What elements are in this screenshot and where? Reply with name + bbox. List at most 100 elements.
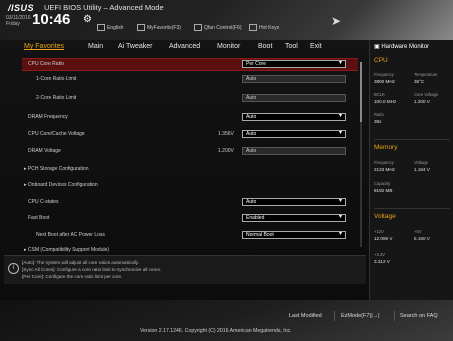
qfan-link[interactable]: Qfan Control(F6) xyxy=(194,24,242,31)
tab-main[interactable]: Main xyxy=(88,43,103,50)
submenu-text: Onboard Devices Configuration xyxy=(27,182,98,188)
setting-row-1-core-ratio[interactable]: 1-Core Ratio Limit Auto xyxy=(22,74,358,85)
setting-label: 2-Core Ratio Limit xyxy=(36,95,77,101)
day-text: Friday xyxy=(6,21,20,27)
setting-label: Next Boot after AC Power Loss xyxy=(36,232,105,238)
cpu-core-voltage-label: Core Voltage xyxy=(414,92,439,97)
cpu-frequency-value: 3800 MHz xyxy=(374,79,395,84)
v33-value: 3.312 V xyxy=(374,259,390,264)
date-display: 03/11/2016 Friday xyxy=(6,15,31,27)
gear-icon[interactable]: ⚙ xyxy=(83,14,95,26)
setting-label: DRAM Voltage xyxy=(28,148,61,154)
language-label: English xyxy=(107,24,124,31)
tab-my-favorites[interactable]: My Favorites xyxy=(24,43,64,50)
memory-frequency-label: Frequency xyxy=(374,160,394,165)
asus-logo: /ISUS xyxy=(8,3,35,13)
myfavorite-label: MyFavorite(F3) xyxy=(147,24,181,31)
clock-time: 10:46 xyxy=(32,11,71,28)
setting-row-cpu-core-voltage[interactable]: CPU Core/Cache Voltage 1.356V Auto xyxy=(22,129,358,140)
setting-row-cpu-core-ratio[interactable]: CPU Core Ratio Per Core xyxy=(22,58,358,71)
settings-list: CPU Core Ratio Per Core 1-Core Ratio Lim… xyxy=(22,56,362,253)
language-link[interactable]: English xyxy=(97,24,123,31)
cpu-frequency-label: Frequency xyxy=(374,72,394,77)
hardware-monitor-panel: ▣ Hardware Monitor CPU Frequency Tempera… xyxy=(369,40,453,300)
memory-voltage-value: 1.184 V xyxy=(414,167,430,172)
2-core-ratio-field[interactable]: Auto xyxy=(242,94,346,102)
memory-section-title: Memory xyxy=(374,144,398,151)
globe-icon xyxy=(97,24,105,31)
memory-capacity-value: 8192 MB xyxy=(374,188,393,193)
cpu-ratio-value: 38x xyxy=(374,119,382,124)
ezmode-button[interactable]: EzMode(F7)|→| xyxy=(341,313,380,319)
cpu-bclk-value: 100.0 MHz xyxy=(374,99,397,104)
cpu-bclk-label: BCLK xyxy=(374,92,385,97)
divider xyxy=(394,311,395,321)
qfan-label: Qfan Control(F6) xyxy=(204,24,242,31)
v5-value: 5.160 V xyxy=(414,236,430,241)
help-panel: i [Auto]: The system will adjust all cor… xyxy=(4,255,366,284)
hotkeys-link[interactable]: Hot Keys xyxy=(249,24,279,31)
setting-label: DRAM Frequency xyxy=(28,114,68,120)
cpu-core-voltage-value: 1.200 V xyxy=(414,99,430,104)
tab-ai-tweaker[interactable]: Ai Tweaker xyxy=(118,43,153,50)
setting-label: 1-Core Ratio Limit xyxy=(36,76,77,82)
submenu-label: ▸ CSM (Compatibility Support Module) xyxy=(24,247,109,253)
hotkeys-label: Hot Keys xyxy=(259,24,280,31)
divider xyxy=(334,311,335,321)
next-boot-ac-dropdown[interactable]: Normal Boot xyxy=(242,231,346,239)
divider xyxy=(374,139,450,140)
v12-value: 12.096 V xyxy=(374,236,393,241)
cpu-core-voltage-dropdown[interactable]: Auto xyxy=(242,130,346,138)
tab-advanced[interactable]: Advanced xyxy=(169,43,200,50)
header-bar: /ISUS UEFI BIOS Utility – Advanced Mode … xyxy=(0,0,453,40)
tab-monitor[interactable]: Monitor xyxy=(217,43,240,50)
monitor-title-text: Hardware Monitor xyxy=(381,44,430,50)
cpu-cstates-dropdown[interactable]: Auto xyxy=(242,198,346,206)
mouse-cursor-icon: ➤ xyxy=(331,14,342,28)
submenu-pch-storage[interactable]: ▸ PCH Storage Configuration xyxy=(22,164,358,175)
help-line: [Sync All Cores]: Configure a core ratio… xyxy=(22,267,162,272)
tab-boot[interactable]: Boot xyxy=(258,43,272,50)
scrollbar-thumb[interactable] xyxy=(360,62,362,122)
setting-label: Fast Boot xyxy=(28,215,50,221)
setting-row-dram-frequency[interactable]: DRAM Frequency Auto xyxy=(22,112,358,123)
version-text: Version 2.17.1246. Copyright (C) 2016 Am… xyxy=(140,328,292,334)
v12-label: +12V xyxy=(374,229,384,234)
fast-boot-dropdown[interactable]: Enabled xyxy=(242,214,346,222)
cpu-ratio-label: Ratio xyxy=(374,112,384,117)
memory-frequency-value: 2133 MHz xyxy=(374,167,395,172)
tab-tool[interactable]: Tool xyxy=(285,43,298,50)
memory-voltage-label: Voltage xyxy=(414,160,428,165)
favorite-icon xyxy=(137,24,145,31)
dram-voltage-field[interactable]: Auto xyxy=(242,147,346,155)
setting-row-dram-voltage[interactable]: DRAM Voltage 1.200V Auto xyxy=(22,146,358,157)
1-core-ratio-field[interactable]: Auto xyxy=(242,75,346,83)
submenu-text: PCH Storage Configuration xyxy=(27,166,89,172)
help-line: [Auto]: The system will adjust all core … xyxy=(22,260,140,265)
dram-frequency-dropdown[interactable]: Auto xyxy=(242,113,346,121)
setting-row-fast-boot[interactable]: Fast Boot Enabled xyxy=(22,213,358,224)
cpu-section-title: CPU xyxy=(374,57,388,64)
cpu-temperature-label: Temperature xyxy=(414,72,438,77)
myfavorite-link[interactable]: MyFavorite(F3) xyxy=(137,24,181,31)
setting-row-cpu-cstates[interactable]: CPU C-states Auto xyxy=(22,197,358,208)
tab-exit[interactable]: Exit xyxy=(310,43,322,50)
monitor-title: ▣ Hardware Monitor xyxy=(374,43,429,50)
divider xyxy=(374,208,450,209)
fan-icon xyxy=(194,24,202,31)
setting-row-next-boot-ac[interactable]: Next Boot after AC Power Loss Normal Boo… xyxy=(22,230,358,241)
submenu-text: CSM (Compatibility Support Module) xyxy=(27,247,110,253)
submenu-onboard-devices[interactable]: ▸ Onboard Devices Configuration xyxy=(22,180,358,191)
setting-row-2-core-ratio[interactable]: 2-Core Ratio Limit Auto xyxy=(22,93,358,104)
setting-label: CPU C-states xyxy=(28,199,59,205)
cpu-core-ratio-dropdown[interactable]: Per Core xyxy=(242,60,346,68)
submenu-label: ▸ Onboard Devices Configuration xyxy=(24,182,98,188)
setting-label: CPU Core/Cache Voltage xyxy=(28,131,85,137)
voltage-section-title: Voltage xyxy=(374,213,396,220)
keyboard-icon xyxy=(249,24,257,31)
settings-scrollbar[interactable] xyxy=(360,62,362,247)
dram-voltage-reading: 1.200V xyxy=(218,148,234,154)
submenu-label: ▸ PCH Storage Configuration xyxy=(24,166,89,172)
search-faq-button[interactable]: Search on FAQ xyxy=(400,313,438,319)
last-modified-button[interactable]: Last Modified xyxy=(289,313,322,319)
